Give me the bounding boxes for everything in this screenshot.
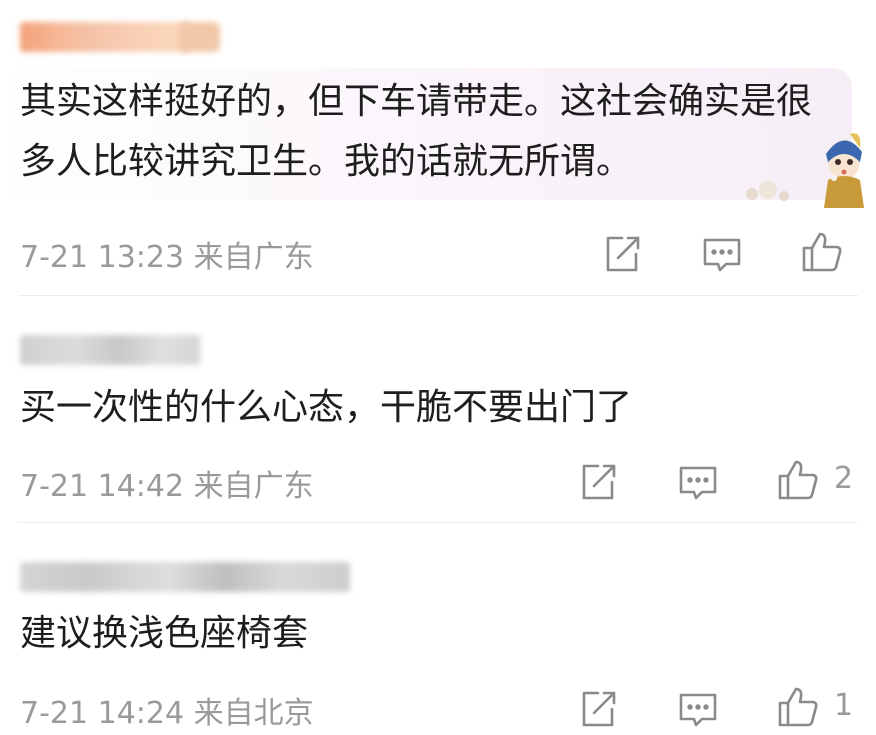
like-icon[interactable]	[776, 685, 820, 729]
reply-icon[interactable]	[700, 232, 744, 276]
reply-icon[interactable]	[676, 687, 720, 731]
share-icon[interactable]	[576, 687, 620, 731]
like-count: 1	[834, 688, 854, 723]
comment-meta: 7-21 14:24 来自北京	[20, 688, 314, 732]
like-icon[interactable]	[800, 230, 844, 274]
comment-text: 建议换浅色座椅套	[20, 613, 309, 654]
comment-time: 7-21 13:23	[20, 240, 185, 275]
comment-location: 来自北京	[193, 696, 314, 731]
comment-text: 买一次性的什么心态，干脆不要出门了	[20, 387, 633, 428]
username-blurred[interactable]	[20, 22, 190, 52]
comment-text: 其实这样挺好的，但下车请带走。这社会确实是很多人比较讲究卫生。我的话就无所谓。	[20, 81, 813, 182]
comment-item: 其实这样挺好的，但下车请带走。这社会确实是很多人比较讲究卫生。我的话就无所谓。 …	[0, 0, 876, 296]
like-count: 2	[834, 461, 854, 496]
user-badge-icon	[178, 22, 220, 52]
comment-location: 来自广东	[193, 240, 314, 275]
comment-divider	[18, 295, 858, 296]
like-icon[interactable]	[776, 458, 820, 502]
share-icon[interactable]	[576, 460, 620, 504]
comment-meta: 7-21 13:23 来自广东	[20, 232, 314, 276]
comment-location: 来自广东	[193, 469, 314, 504]
reply-icon[interactable]	[676, 460, 720, 504]
comment-divider	[18, 522, 858, 523]
comment-time: 7-21 14:42	[20, 469, 185, 504]
share-icon[interactable]	[600, 232, 644, 276]
username-blurred[interactable]	[20, 562, 350, 592]
comment-meta: 7-21 14:42 来自广东	[20, 461, 314, 505]
comment-time: 7-21 14:24	[20, 696, 185, 731]
username-blurred[interactable]	[20, 335, 200, 365]
